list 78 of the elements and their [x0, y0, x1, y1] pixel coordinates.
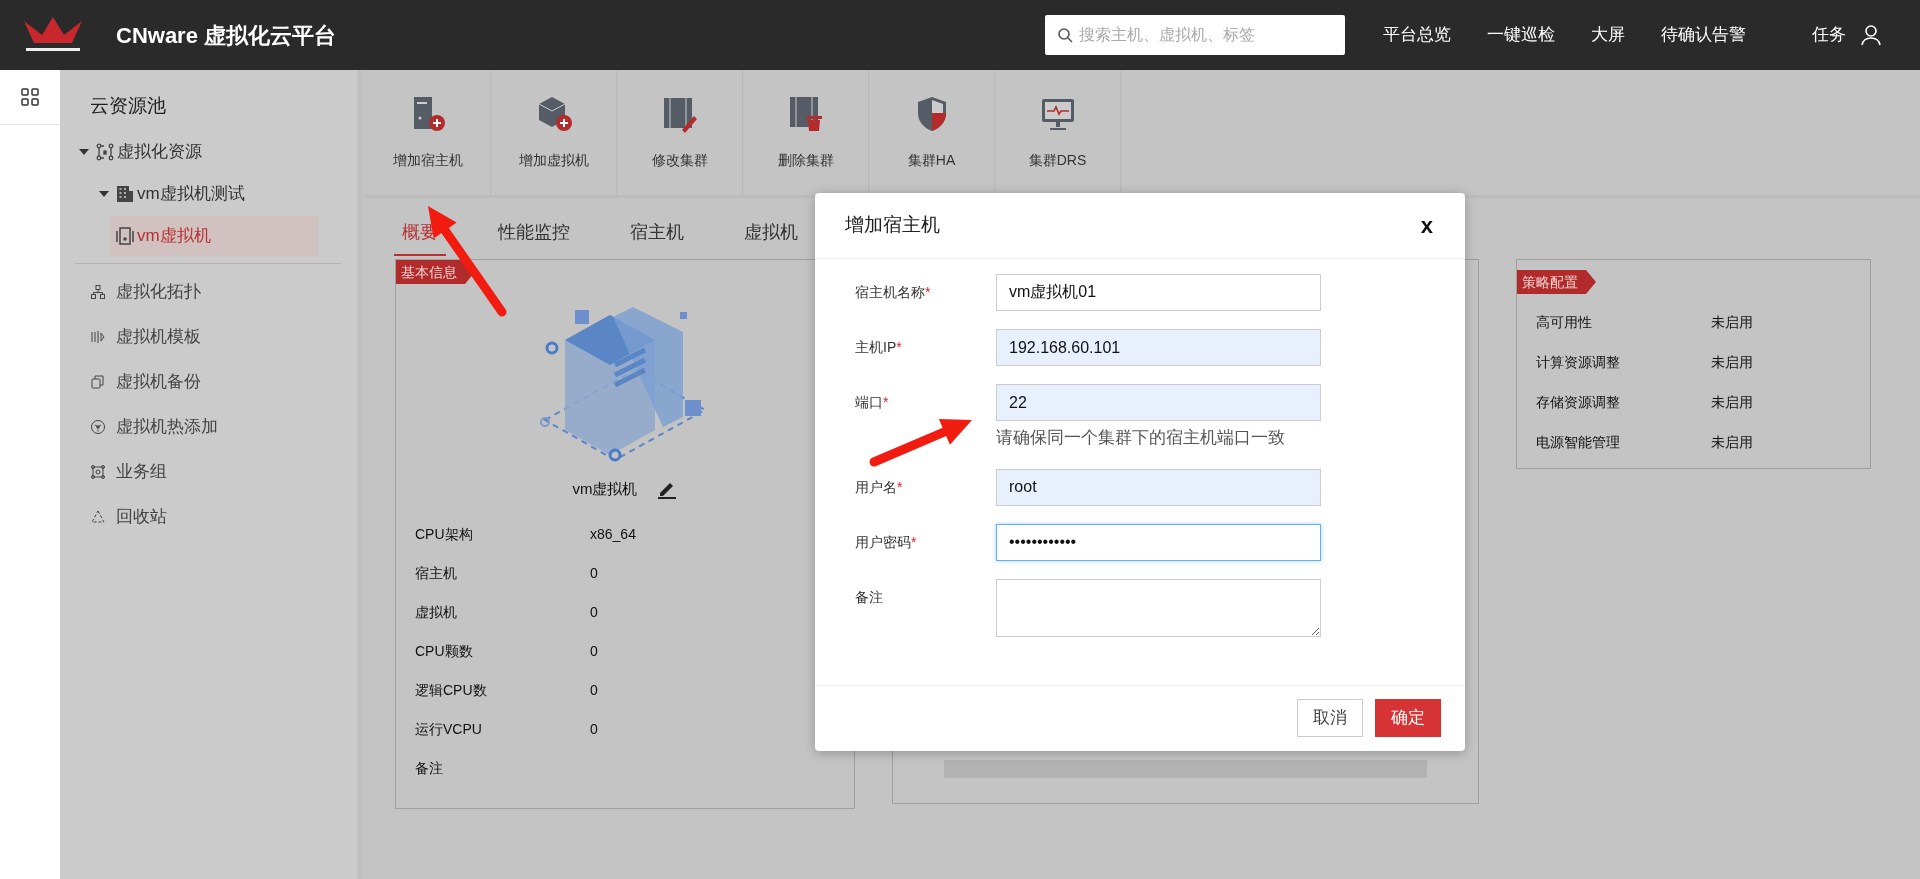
close-button[interactable]: x: [1420, 209, 1435, 242]
input-field[interactable]: ••••••••••••: [996, 523, 1321, 561]
required-mark: *: [911, 533, 917, 550]
nav-link[interactable]: 一键巡检: [1487, 22, 1555, 48]
sidebar-item[interactable]: 虚拟机热添加: [60, 404, 341, 450]
toolbar-button[interactable]: 增加宿主机: [365, 70, 491, 195]
input-field[interactable]: 192.168.60.101: [996, 329, 1321, 366]
info-label: CPU架构: [415, 524, 474, 544]
dialog-button[interactable]: 取消: [1297, 699, 1363, 737]
building-icon: [116, 184, 134, 203]
search-icon: [1057, 27, 1073, 43]
input-field[interactable]: vm虚拟机01: [996, 274, 1321, 311]
policy-label: 存储资源调整: [1536, 392, 1621, 412]
app-title: CNware 虚拟化云平台: [116, 21, 337, 50]
info-label: 运行VCPU: [415, 719, 483, 739]
field-label: 备注: [855, 588, 883, 605]
info-value: 0: [590, 719, 598, 739]
info-label: 宿主机: [415, 563, 458, 583]
tree-item[interactable]: 虚拟化资源: [96, 131, 202, 172]
tab[interactable]: 宿主机: [622, 219, 692, 256]
server-icon: [116, 226, 134, 245]
input-field[interactable]: 22: [996, 384, 1321, 421]
policy-value: 未启用: [1711, 392, 1753, 412]
field-label: 用户名: [855, 478, 897, 495]
info-value: 0: [590, 563, 598, 583]
sidebar-item[interactable]: 虚拟机模板: [60, 314, 341, 360]
hierarchy-icon: [90, 284, 106, 300]
radiation-icon: [90, 419, 106, 435]
policy-value: 未启用: [1711, 432, 1753, 452]
info-label: 逻辑CPU数: [415, 680, 488, 700]
dialog-title: 增加宿主机: [845, 213, 940, 238]
info-label: CPU颗数: [415, 641, 474, 661]
search-field[interactable]: 搜索主机、虚拟机、标签: [1045, 15, 1345, 55]
policy-value: 未启用: [1711, 312, 1753, 332]
nav-link[interactable]: 任务: [1812, 22, 1846, 48]
sidebar-title: 云资源池: [89, 94, 167, 118]
field-hint: 请确保同一个集群下的宿主机端口一致: [996, 427, 1286, 449]
nav-link[interactable]: 平台总览: [1383, 22, 1451, 48]
policy-value: 未启用: [1711, 352, 1753, 372]
info-value: 0: [590, 680, 598, 700]
sidebar-item[interactable]: 虚拟化拓扑: [60, 269, 341, 315]
nav-link[interactable]: 待确认告警: [1661, 22, 1746, 48]
field-label: 宿主机名称: [855, 284, 925, 300]
sidebar-item[interactable]: 业务组: [60, 449, 341, 495]
frame-icon: [90, 464, 106, 480]
required-mark: *: [925, 284, 931, 300]
nodes-icon: [96, 142, 114, 161]
required-mark: *: [896, 339, 902, 355]
sidebar-item[interactable]: 回收站: [60, 494, 341, 540]
info-value: 0: [590, 641, 598, 661]
sidebar-item[interactable]: 虚拟机备份: [60, 359, 341, 405]
required-mark: *: [897, 478, 903, 495]
copy-icon: [90, 374, 106, 390]
tree-item[interactable]: vm虚拟机: [110, 215, 319, 256]
user-icon[interactable]: [1860, 24, 1882, 46]
toolbar-button[interactable]: 修改集群: [617, 70, 743, 195]
cluster-name: vm虚拟机: [572, 479, 638, 499]
toolbar-button[interactable]: 增加虚拟机: [491, 70, 617, 195]
field-label: 用户密码: [855, 533, 911, 550]
info-value: 0: [590, 602, 598, 622]
info-value: x86_64: [590, 524, 636, 544]
tree-item[interactable]: vm虚拟机测试: [116, 173, 245, 214]
policy-label: 电源智能管理: [1536, 432, 1621, 452]
policy-label: 高可用性: [1536, 312, 1593, 332]
dialog-button[interactable]: 确定: [1375, 699, 1441, 737]
field-label: 主机IP: [855, 339, 897, 355]
tab[interactable]: 性能监控: [490, 219, 578, 256]
required-mark: *: [883, 394, 889, 410]
policy-label: 计算资源调整: [1536, 352, 1621, 372]
remark-field[interactable]: [996, 578, 1321, 637]
input-field[interactable]: root: [996, 468, 1321, 506]
grid-icon[interactable]: [21, 88, 39, 106]
field-label: 端口: [855, 394, 883, 410]
tab[interactable]: 虚拟机: [736, 219, 806, 256]
nav-link[interactable]: 大屏: [1591, 22, 1625, 48]
info-label: 备注: [415, 758, 444, 778]
section-tag: 策略配置: [1517, 270, 1596, 294]
info-label: 虚拟机: [415, 602, 458, 622]
